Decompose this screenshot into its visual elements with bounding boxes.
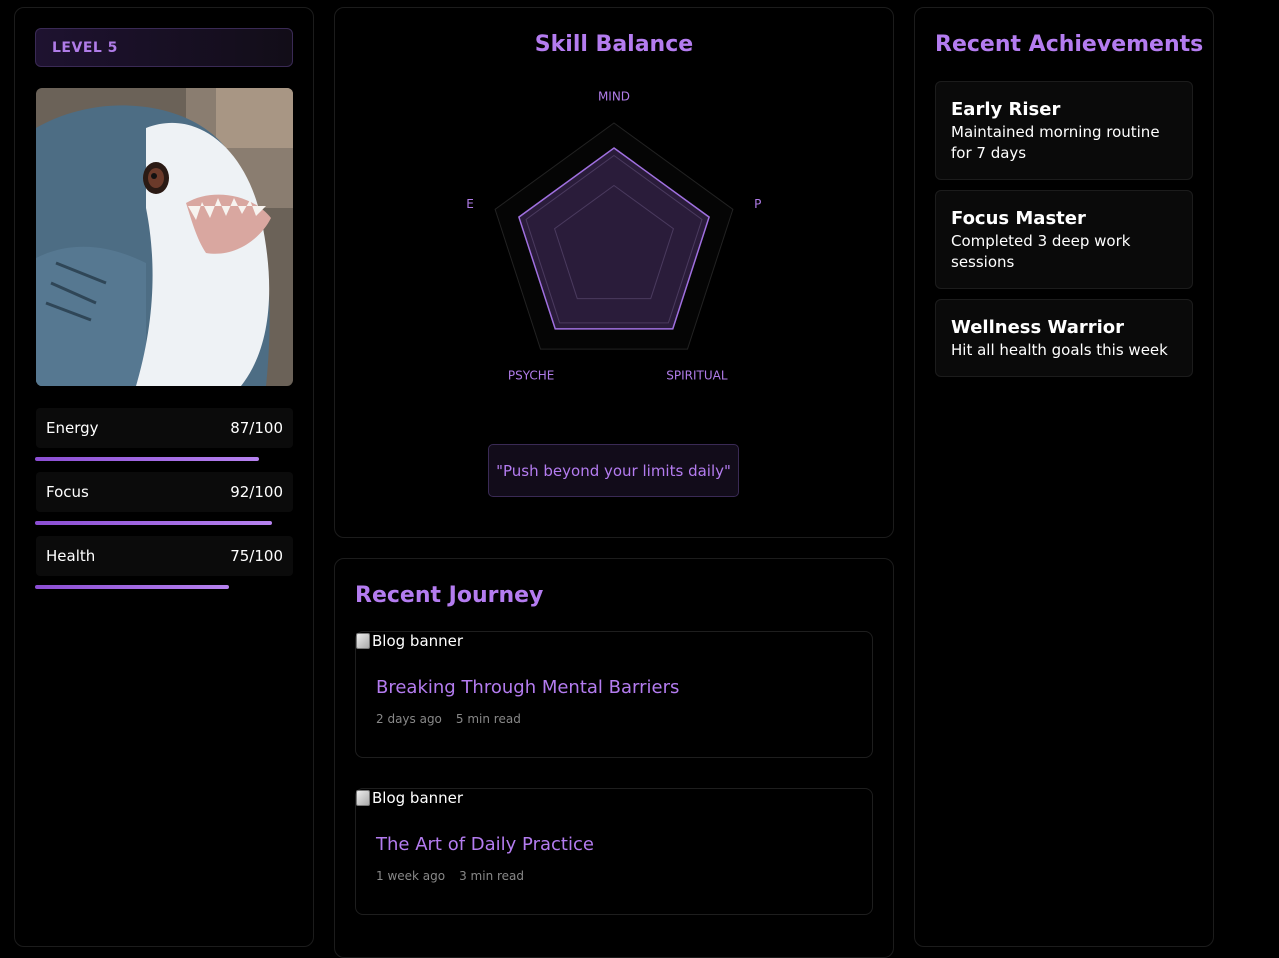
skill-balance-panel: Skill Balance MIND P SPIRITUAL PSYCHE E "Pus…	[334, 7, 894, 538]
stat-value: 87/100	[230, 419, 283, 437]
achievement-title: Focus Master	[951, 208, 1086, 229]
blog-read-time: 3 min read	[459, 869, 525, 883]
focus-bar	[35, 521, 272, 525]
stat-health: Health 75/100	[36, 536, 293, 576]
blog-card[interactable]: Blog banner Breaking Through Mental Barr…	[355, 631, 873, 758]
stat-value: 75/100	[230, 547, 283, 565]
motivational-quote: "Push beyond your limits daily"	[488, 444, 739, 497]
stat-label: Health	[46, 547, 96, 565]
blog-date: 2 days ago	[376, 712, 442, 726]
achievements-panel: Recent Achievements Early Riser Maintain…	[914, 7, 1214, 947]
achievements-title: Recent Achievements	[935, 32, 1204, 57]
blog-card[interactable]: Blog banner The Art of Daily Practice 1 …	[355, 788, 873, 915]
banner-alt-text: Blog banner	[372, 632, 464, 650]
stat-label: Energy	[46, 419, 99, 437]
energy-bar	[35, 457, 259, 461]
blog-title[interactable]: Breaking Through Mental Barriers	[376, 677, 679, 698]
achievement-desc: Maintained morning routine for 7 days	[951, 123, 1160, 162]
achievement-card[interactable]: Focus Master Completed 3 deep work sessi…	[935, 190, 1193, 289]
radar-axis-label: PSYCHE	[508, 369, 555, 383]
achievement-desc: Completed 3 deep work sessions	[951, 232, 1131, 271]
blog-date: 1 week ago	[376, 869, 446, 883]
radar-axis-label: E	[466, 197, 474, 211]
shark-plush-image	[36, 88, 293, 386]
blog-meta: 2 days ago 5 min read	[376, 712, 521, 726]
radar-axis-label: SPIRITUAL	[666, 369, 728, 383]
health-bar	[35, 585, 229, 589]
achievement-card[interactable]: Wellness Warrior Hit all health goals th…	[935, 299, 1193, 377]
blog-title[interactable]: The Art of Daily Practice	[376, 834, 594, 855]
blog-read-time: 5 min read	[455, 712, 521, 726]
stat-value: 92/100	[230, 483, 283, 501]
blog-banner-image: Blog banner	[356, 632, 463, 650]
broken-image-icon	[356, 790, 370, 806]
recent-journey-title: Recent Journey	[355, 583, 544, 608]
banner-alt-text: Blog banner	[372, 789, 464, 807]
achievement-desc: Hit all health goals this week	[951, 341, 1168, 359]
profile-panel: LEVEL 5 Energy 87/100 Focus 92/100 Healt…	[14, 7, 314, 947]
blog-meta: 1 week ago 3 min read	[376, 869, 524, 883]
stat-energy: Energy 87/100	[36, 408, 293, 448]
radar-axis-label: MIND	[598, 90, 630, 104]
avatar	[36, 88, 293, 386]
stat-focus: Focus 92/100	[36, 472, 293, 512]
achievement-title: Early Riser	[951, 99, 1061, 120]
radar-chart: MIND P SPIRITUAL PSYCHE E	[466, 90, 761, 383]
recent-journey-panel: Recent Journey Blog banner Breaking Thro…	[334, 558, 894, 958]
blog-banner-image: Blog banner	[356, 789, 463, 807]
broken-image-icon	[356, 633, 370, 649]
achievement-card[interactable]: Early Riser Maintained morning routine f…	[935, 81, 1193, 180]
level-badge: LEVEL 5	[35, 28, 293, 67]
radar-axis-label: P	[754, 197, 761, 211]
stat-label: Focus	[46, 483, 89, 501]
achievement-title: Wellness Warrior	[951, 317, 1125, 338]
